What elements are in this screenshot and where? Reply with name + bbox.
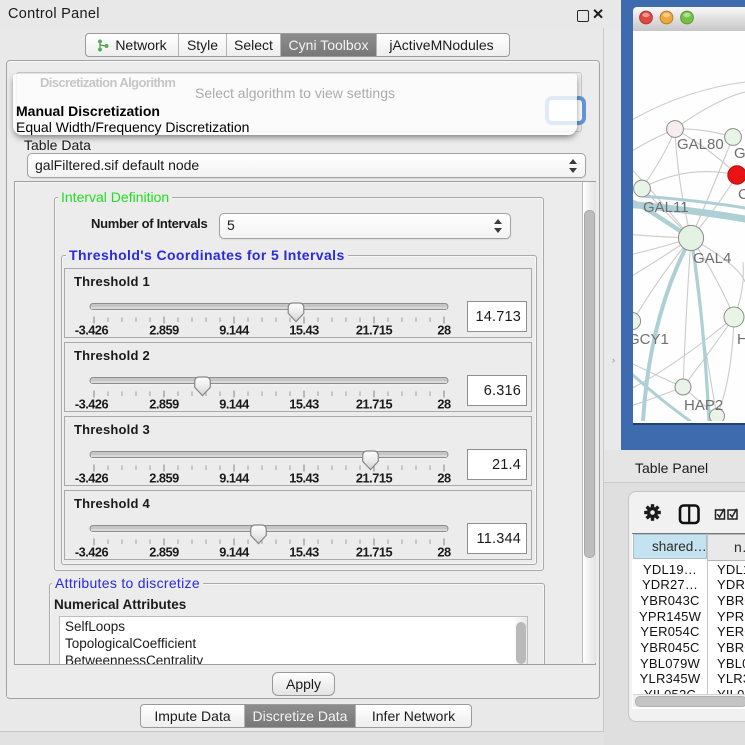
- svg-text:-3.426: -3.426: [75, 471, 109, 486]
- svg-text:15.43: 15.43: [289, 471, 319, 486]
- svg-text:GAL11: GAL11: [643, 199, 689, 216]
- svg-text:-3.426: -3.426: [75, 323, 109, 338]
- svg-text:9.144: 9.144: [219, 545, 250, 560]
- svg-text:15.43: 15.43: [289, 323, 319, 338]
- svg-text:28: 28: [437, 323, 451, 338]
- svg-text:9.144: 9.144: [219, 323, 250, 338]
- svg-text:21.715: 21.715: [356, 397, 393, 412]
- svg-text:15.43: 15.43: [289, 545, 319, 560]
- svg-text:GAL80: GAL80: [677, 136, 724, 153]
- svg-text:9.144: 9.144: [219, 471, 250, 486]
- svg-text:-3.426: -3.426: [75, 545, 109, 560]
- svg-text:9.144: 9.144: [219, 397, 250, 412]
- svg-text:21.715: 21.715: [356, 323, 393, 338]
- svg-text:28: 28: [437, 397, 451, 412]
- svg-text:2.859: 2.859: [149, 545, 179, 560]
- svg-text:HAP2: HAP2: [684, 397, 723, 414]
- svg-text:2.859: 2.859: [149, 323, 179, 338]
- svg-text:GAL4: GAL4: [693, 250, 731, 267]
- svg-text:21.715: 21.715: [356, 471, 393, 486]
- svg-text:-3.426: -3.426: [75, 397, 109, 412]
- svg-text:2.859: 2.859: [149, 471, 179, 486]
- svg-text:C: C: [738, 186, 745, 203]
- svg-text:2.859: 2.859: [149, 397, 179, 412]
- svg-text:GCY1: GCY1: [633, 331, 669, 348]
- svg-text:21.715: 21.715: [356, 545, 393, 560]
- svg-text:28: 28: [437, 545, 451, 560]
- svg-text:G.: G.: [734, 145, 745, 162]
- svg-text:28: 28: [437, 471, 451, 486]
- svg-text:15.43: 15.43: [289, 397, 319, 412]
- svg-text:H: H: [737, 331, 745, 348]
